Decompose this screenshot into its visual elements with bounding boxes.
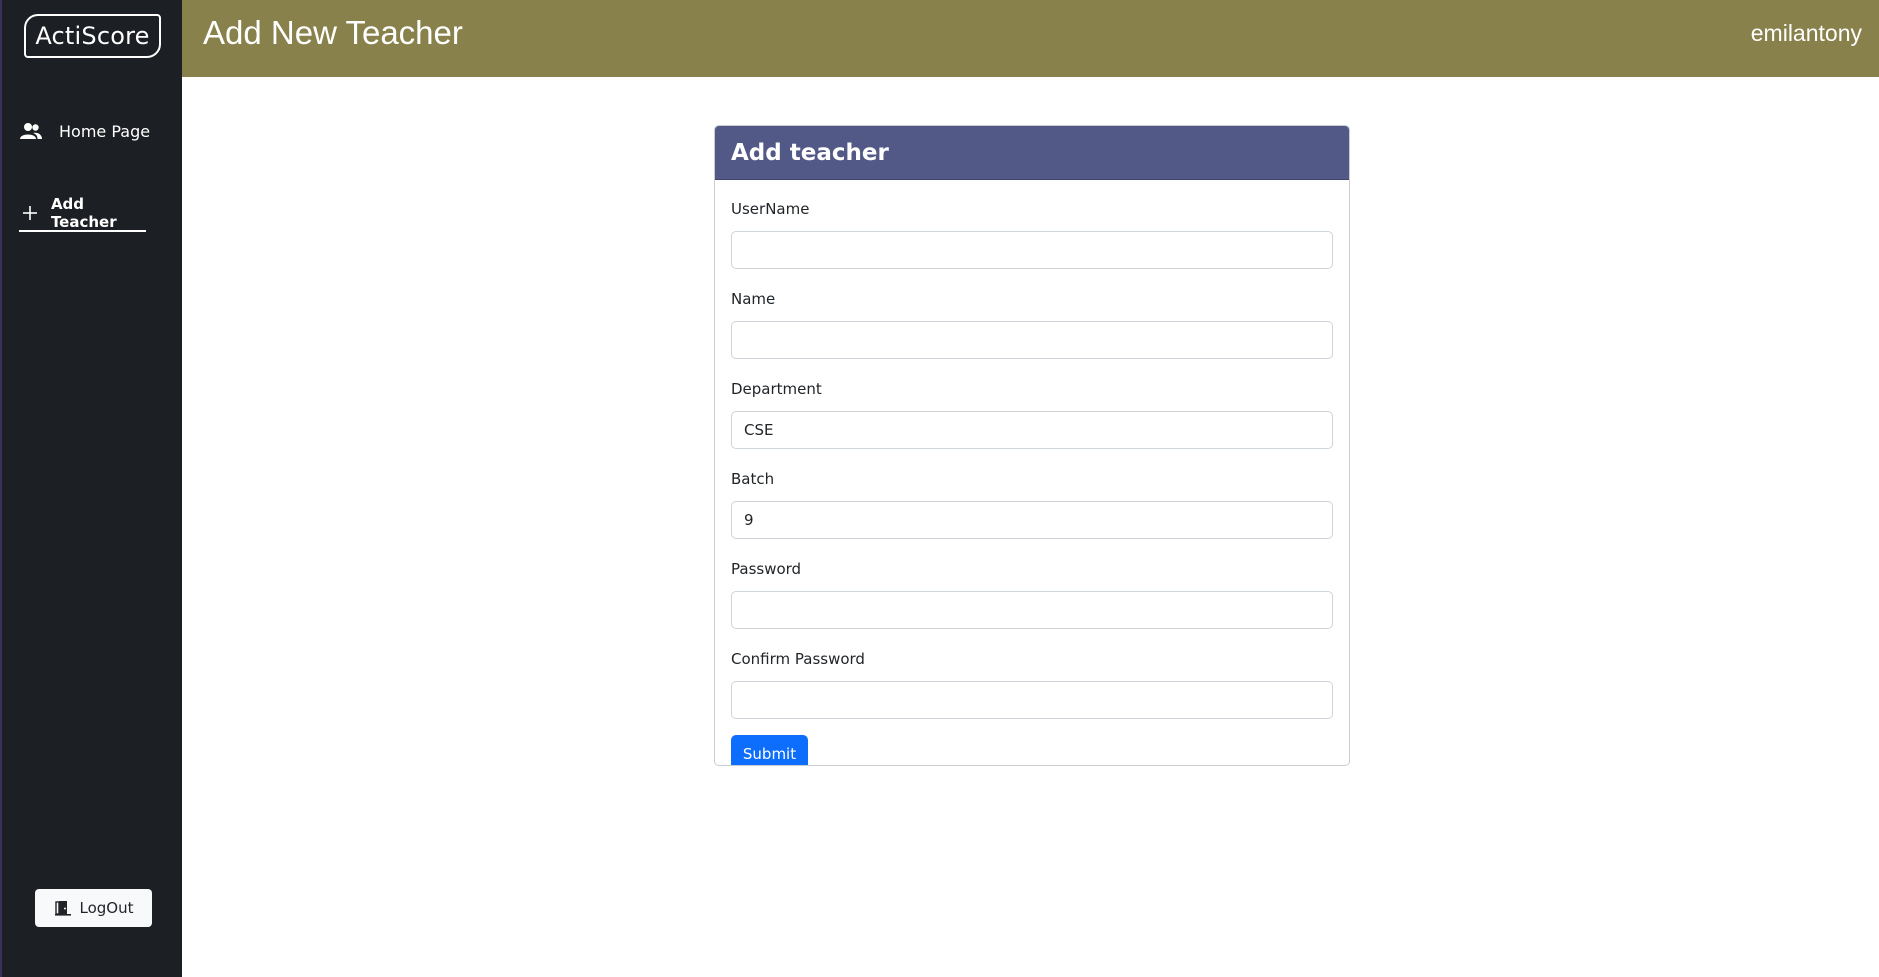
sidebar-item-home[interactable]: Home Page — [19, 116, 150, 146]
sidebar: ActiScore Home Page Add Teacher LogOut — [0, 0, 182, 977]
users-icon — [19, 120, 43, 142]
username-input[interactable] — [731, 231, 1333, 269]
logout-label: LogOut — [79, 899, 134, 917]
app-logo[interactable]: ActiScore — [24, 14, 161, 58]
confirm-password-label: Confirm Password — [731, 650, 865, 668]
batch-label: Batch — [731, 470, 775, 488]
submit-button[interactable]: Submit — [731, 735, 808, 765]
batch-input[interactable] — [731, 501, 1333, 539]
door-icon — [54, 900, 72, 916]
sidebar-item-add-teacher[interactable]: Add Teacher — [19, 195, 146, 232]
name-label: Name — [731, 290, 776, 308]
username-label: UserName — [731, 200, 810, 218]
sidebar-item-label: Add Teacher — [50, 195, 117, 231]
add-teacher-card: Add teacher UserName Name Department Bat… — [714, 125, 1350, 766]
name-input[interactable] — [731, 321, 1333, 359]
password-label: Password — [731, 560, 802, 578]
department-input[interactable] — [731, 411, 1333, 449]
plus-icon — [19, 202, 41, 224]
top-header: Add New Teacher emilantony — [182, 0, 1879, 77]
sidebar-item-label: Home Page — [59, 121, 151, 141]
page-title: Add New Teacher — [203, 14, 463, 51]
username-label[interactable]: emilantony — [1751, 20, 1862, 47]
confirm-password-input[interactable] — [731, 681, 1333, 719]
app-root: ActiScore Home Page Add Teacher LogOut A… — [0, 0, 1879, 977]
card-title: Add teacher — [715, 126, 1349, 180]
department-label: Department — [731, 380, 822, 398]
logout-button[interactable]: LogOut — [35, 889, 152, 927]
password-input[interactable] — [731, 591, 1333, 629]
add-teacher-form: UserName Name Department Batch Password … — [715, 199, 1349, 765]
